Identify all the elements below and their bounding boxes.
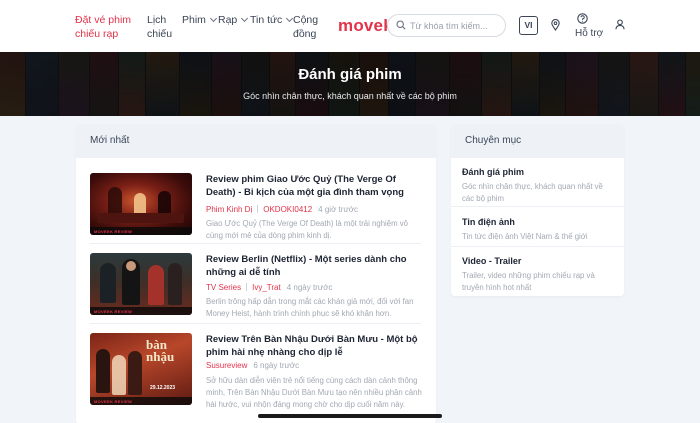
help-circle-icon[interactable] bbox=[577, 13, 588, 24]
location-pin-icon[interactable] bbox=[551, 19, 560, 31]
chevron-down-icon bbox=[241, 14, 249, 23]
article-meta: Susureview 6 ngày trước bbox=[206, 360, 299, 371]
divider bbox=[451, 206, 624, 207]
user-icon[interactable] bbox=[615, 19, 625, 30]
categories-heading: Chuyên mục bbox=[451, 124, 624, 158]
category-description: Tin tức điện ảnh Việt Nam & thế giới bbox=[462, 232, 588, 241]
moveek-logo[interactable]: movek bbox=[338, 16, 393, 36]
nav-news[interactable]: Tin tức bbox=[250, 13, 294, 27]
article-time: 4 giờ trước bbox=[318, 205, 359, 214]
latest-articles-card: Mới nhất MOVEEK REVIEW Review phim Giao … bbox=[76, 124, 436, 423]
nav-community[interactable]: Cộng đồng bbox=[293, 13, 323, 41]
nav-book-tickets[interactable]: Đặt vé phim chiếu rạp bbox=[75, 13, 133, 41]
article-thumbnail[interactable]: MOVEEK REVIEW bbox=[90, 173, 192, 235]
category-item-reviews[interactable]: Đánh giá phim Góc nhìn chân thực, khách … bbox=[462, 166, 612, 204]
article-item[interactable]: MOVEEK REVIEW Review Berlin (Netflix) - … bbox=[90, 253, 424, 318]
meta-separator bbox=[246, 283, 248, 291]
article-description: Giao Ước Quỷ (The Verge Of Death) là một… bbox=[206, 219, 409, 240]
article-thumbnail[interactable]: bàn nhậu 29.12.2023 MOVEEK REVIEW bbox=[90, 333, 192, 405]
category-description: Trailer, video những phim chiếu rạp và t… bbox=[462, 271, 595, 292]
category-description: Góc nhìn chân thực, khách quan nhất về c… bbox=[462, 182, 603, 203]
divider bbox=[451, 246, 624, 247]
thumbnail-tag: MOVEEK REVIEW bbox=[94, 399, 133, 404]
article-author[interactable]: OKDOKI0412 bbox=[263, 205, 312, 214]
thumbnail-title-art: bàn nhậu bbox=[146, 337, 175, 364]
nav-movies[interactable]: Phim bbox=[182, 13, 217, 27]
article-thumbnail[interactable]: MOVEEK REVIEW bbox=[90, 253, 192, 315]
thumbnail-tag: MOVEEK REVIEW bbox=[94, 229, 133, 234]
page-banner: Đánh giá phim Góc nhìn chân thực, khách … bbox=[0, 52, 700, 116]
chevron-down-icon bbox=[209, 14, 217, 23]
divider bbox=[90, 323, 421, 324]
banner-overlay bbox=[0, 52, 700, 116]
nav-showtimes[interactable]: Lịch chiếu bbox=[147, 13, 177, 41]
category-item-news[interactable]: Tin điện ảnh Tin tức điện ảnh Việt Nam &… bbox=[462, 216, 612, 243]
category-item-video-trailer[interactable]: Video - Trailer Trailer, video những phi… bbox=[462, 255, 612, 293]
article-category[interactable]: TV Series bbox=[206, 283, 241, 292]
article-meta: Phim Kinh Dị OKDOKI0412 4 giờ trước bbox=[206, 204, 358, 215]
nav-cinemas-label: Rạp bbox=[218, 14, 238, 26]
top-navigation-bar: Đặt vé phim chiếu rạp Lịch chiếu Phim Rạ… bbox=[0, 0, 700, 52]
article-time: 6 ngày trước bbox=[253, 361, 300, 370]
article-category[interactable]: Susureview bbox=[206, 361, 247, 370]
search-icon bbox=[396, 20, 406, 30]
category-name[interactable]: Tin điện ảnh bbox=[462, 216, 612, 228]
categories-card: Chuyên mục Đánh giá phim Góc nhìn chân t… bbox=[451, 124, 624, 296]
article-description: Berlin trông hấp dẫn trong mắt các khán … bbox=[206, 297, 414, 318]
divider bbox=[90, 243, 421, 244]
help-label[interactable]: Hỗ trợ bbox=[575, 28, 603, 39]
article-item[interactable]: MOVEEK REVIEW Review phim Giao Ước Quỷ (… bbox=[90, 173, 424, 240]
article-item[interactable]: bàn nhậu 29.12.2023 MOVEEK REVIEW Review… bbox=[90, 333, 424, 413]
nav-news-label: Tin tức bbox=[250, 14, 283, 26]
article-title[interactable]: Review phim Giao Ước Quỷ (The Verge Of D… bbox=[206, 173, 424, 199]
latest-heading: Mới nhất bbox=[76, 124, 436, 158]
article-author[interactable]: Ivy_Trat bbox=[252, 283, 281, 292]
article-description: Sở hữu dàn diễn viên trẻ nổi tiếng cùng … bbox=[206, 376, 422, 409]
article-title[interactable]: Review Trên Bàn Nhậu Dưới Bàn Mưu - Một … bbox=[206, 333, 424, 359]
language-switch[interactable]: VI bbox=[519, 16, 538, 35]
nav-cinemas[interactable]: Rạp bbox=[218, 13, 249, 27]
search-input[interactable] bbox=[410, 18, 502, 34]
search-box[interactable] bbox=[387, 14, 506, 37]
article-meta: TV Series Ivy_Trat 4 ngày trước bbox=[206, 282, 332, 293]
thumbnail-tag: MOVEEK REVIEW bbox=[94, 309, 133, 314]
category-name[interactable]: Đánh giá phim bbox=[462, 166, 612, 178]
article-title[interactable]: Review Berlin (Netflix) - Một series dàn… bbox=[206, 253, 424, 279]
home-indicator bbox=[258, 414, 442, 418]
page-title: Đánh giá phim bbox=[298, 66, 402, 83]
meta-separator bbox=[257, 205, 259, 213]
thumbnail-date: 29.12.2023 bbox=[150, 385, 176, 391]
page-subtitle: Góc nhìn chân thực, khách quan nhất về c… bbox=[243, 91, 457, 101]
article-time: 4 ngày trước bbox=[286, 283, 333, 292]
category-name[interactable]: Video - Trailer bbox=[462, 255, 612, 267]
nav-movies-label: Phim bbox=[182, 14, 206, 26]
article-category[interactable]: Phim Kinh Dị bbox=[206, 205, 252, 214]
